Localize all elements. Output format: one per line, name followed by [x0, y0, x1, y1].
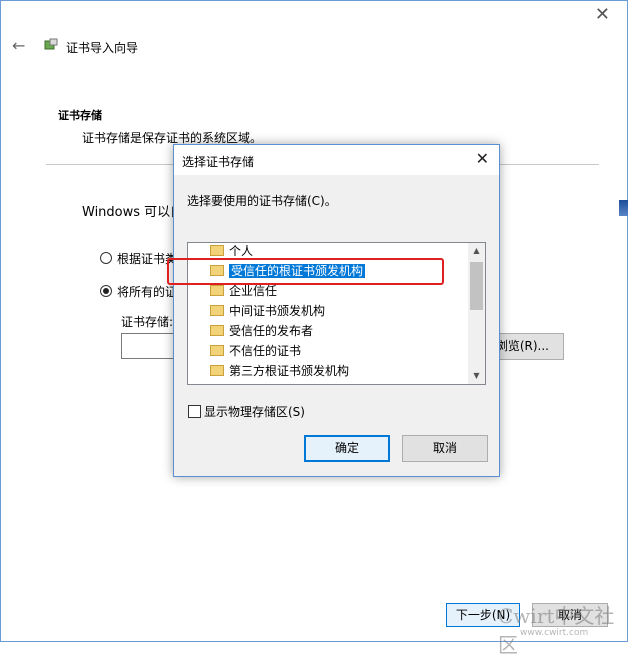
radio-manual-select[interactable] — [100, 285, 112, 297]
list-item-label: 受信任的发布者 — [229, 324, 314, 338]
scroll-down-icon[interactable]: ▼ — [468, 368, 485, 384]
list-item-label: 中间证书颁发机构 — [229, 304, 326, 318]
section-title: 证书存储 — [58, 109, 102, 122]
certificate-wizard-icon — [44, 38, 58, 50]
dialog-title: 选择证书存储 — [182, 155, 255, 169]
browse-button[interactable]: 浏览(R)... — [489, 333, 564, 360]
highlight-box — [167, 258, 444, 285]
dialog-prompt: 选择要使用的证书存储(C)。 — [187, 194, 337, 208]
close-icon[interactable]: ✕ — [595, 4, 610, 25]
dialog-close-icon[interactable]: ✕ — [476, 149, 489, 168]
back-arrow-icon[interactable]: ← — [12, 36, 25, 55]
list-item-label: 企业信任 — [229, 284, 278, 298]
list-item-label: 个人 — [229, 244, 254, 258]
list-item[interactable]: 中间证书颁发机构 — [210, 301, 325, 321]
scroll-thumb[interactable] — [470, 262, 483, 310]
wizard-title: 证书导入向导 — [66, 41, 139, 55]
select-store-dialog: 选择证书存储 ✕ 选择要使用的证书存储(C)。 个人 受信任的根证书颁发机构 企… — [173, 144, 500, 477]
folder-icon — [210, 305, 224, 316]
store-input[interactable] — [121, 333, 177, 359]
show-physical-checkbox[interactable] — [188, 405, 201, 418]
dialog-cancel-button[interactable]: 取消 — [402, 435, 488, 462]
show-physical-label[interactable]: 显示物理存储区(S) — [204, 403, 305, 420]
list-item[interactable]: 不信任的证书 — [210, 341, 301, 361]
folder-icon — [210, 345, 224, 356]
list-scrollbar[interactable]: ▲ ▼ — [468, 243, 485, 384]
folder-icon — [210, 365, 224, 376]
radio-manual-label[interactable]: 将所有的证 — [117, 283, 177, 300]
list-item[interactable]: 受信任的发布者 — [210, 321, 313, 341]
store-label: 证书存储: — [121, 315, 174, 329]
watermark-url: www.cwirt.com — [520, 628, 589, 638]
folder-icon — [210, 285, 224, 296]
windows-auto-text: Windows 可以自 — [82, 205, 184, 220]
radio-auto-select[interactable] — [100, 252, 112, 264]
folder-icon — [210, 245, 224, 256]
scroll-up-icon[interactable]: ▲ — [468, 243, 485, 259]
list-item[interactable]: 第三方根证书颁发机构 — [210, 361, 349, 381]
list-item-label: 第三方根证书颁发机构 — [229, 364, 350, 378]
list-item-label: 不信任的证书 — [229, 344, 302, 358]
folder-icon — [210, 325, 224, 336]
ok-button[interactable]: 确定 — [304, 435, 390, 462]
edge-decoration — [619, 200, 628, 216]
